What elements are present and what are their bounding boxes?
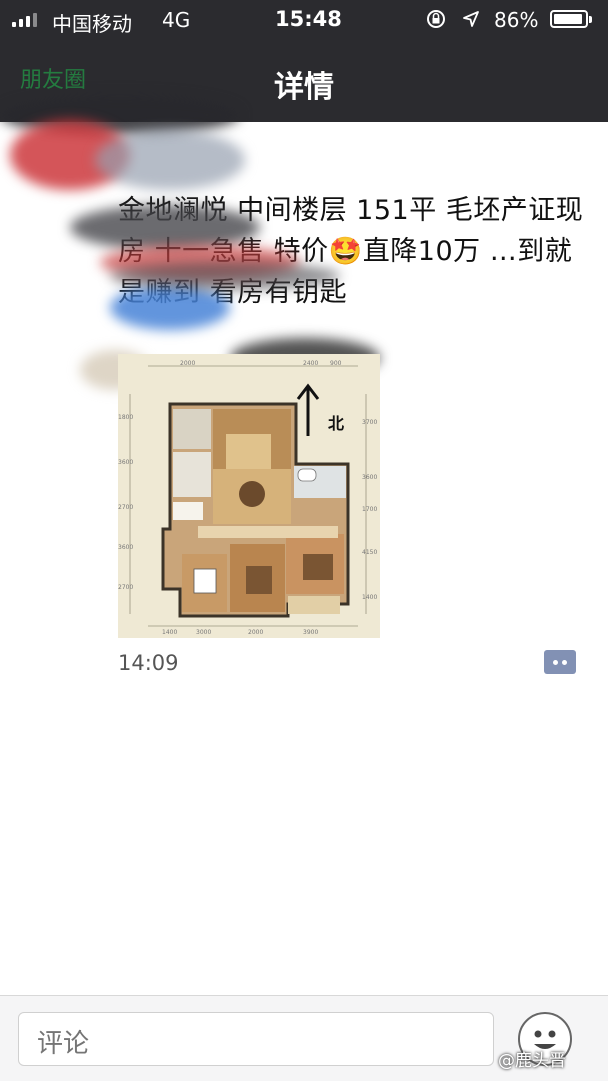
dimension-label: 3600 (118, 544, 134, 551)
battery-icon (550, 10, 592, 28)
dimension-label: 1400 (362, 594, 378, 601)
dimension-label: 3600 (118, 459, 134, 466)
dimension-label: 1400 (162, 629, 178, 636)
north-label: 北 (328, 414, 345, 433)
dimension-label: 3600 (362, 474, 378, 481)
comment-icon[interactable] (544, 650, 576, 674)
dimension-label: 4150 (362, 549, 378, 556)
carrier-name: 中国移动 (52, 12, 132, 36)
dimension-label: 3000 (196, 629, 212, 636)
dimension-label: 900 (330, 360, 342, 367)
dimension-label: 2400 (303, 360, 319, 367)
dimension-label: 2000 (248, 629, 264, 636)
dimension-label: 2700 (118, 504, 134, 511)
post-time: 14:09 (118, 651, 179, 675)
comment-input[interactable] (18, 1012, 494, 1066)
dimension-label: 2000 (180, 360, 196, 367)
location-icon (463, 11, 479, 27)
status-bar: 中国移动 4G 15:48 86% (0, 0, 608, 40)
signal-icon (12, 13, 37, 27)
dimension-label: 1800 (118, 414, 134, 421)
dimension-label: 1700 (362, 506, 378, 513)
dimension-label: 3700 (362, 419, 378, 426)
floorplan-drawing (118, 354, 380, 638)
dimension-label: 3900 (303, 629, 319, 636)
status-time: 15:48 (275, 7, 342, 31)
battery-percent: 86% (494, 8, 539, 32)
floorplan-image[interactable]: 北 2000 2400 900 1400 3000 2000 3900 1800… (118, 354, 380, 638)
rotation-lock-icon (427, 10, 445, 28)
watermark: @鹿头晋 (498, 1051, 566, 1071)
dimension-label: 2700 (118, 584, 134, 591)
network-type: 4G (162, 8, 191, 32)
